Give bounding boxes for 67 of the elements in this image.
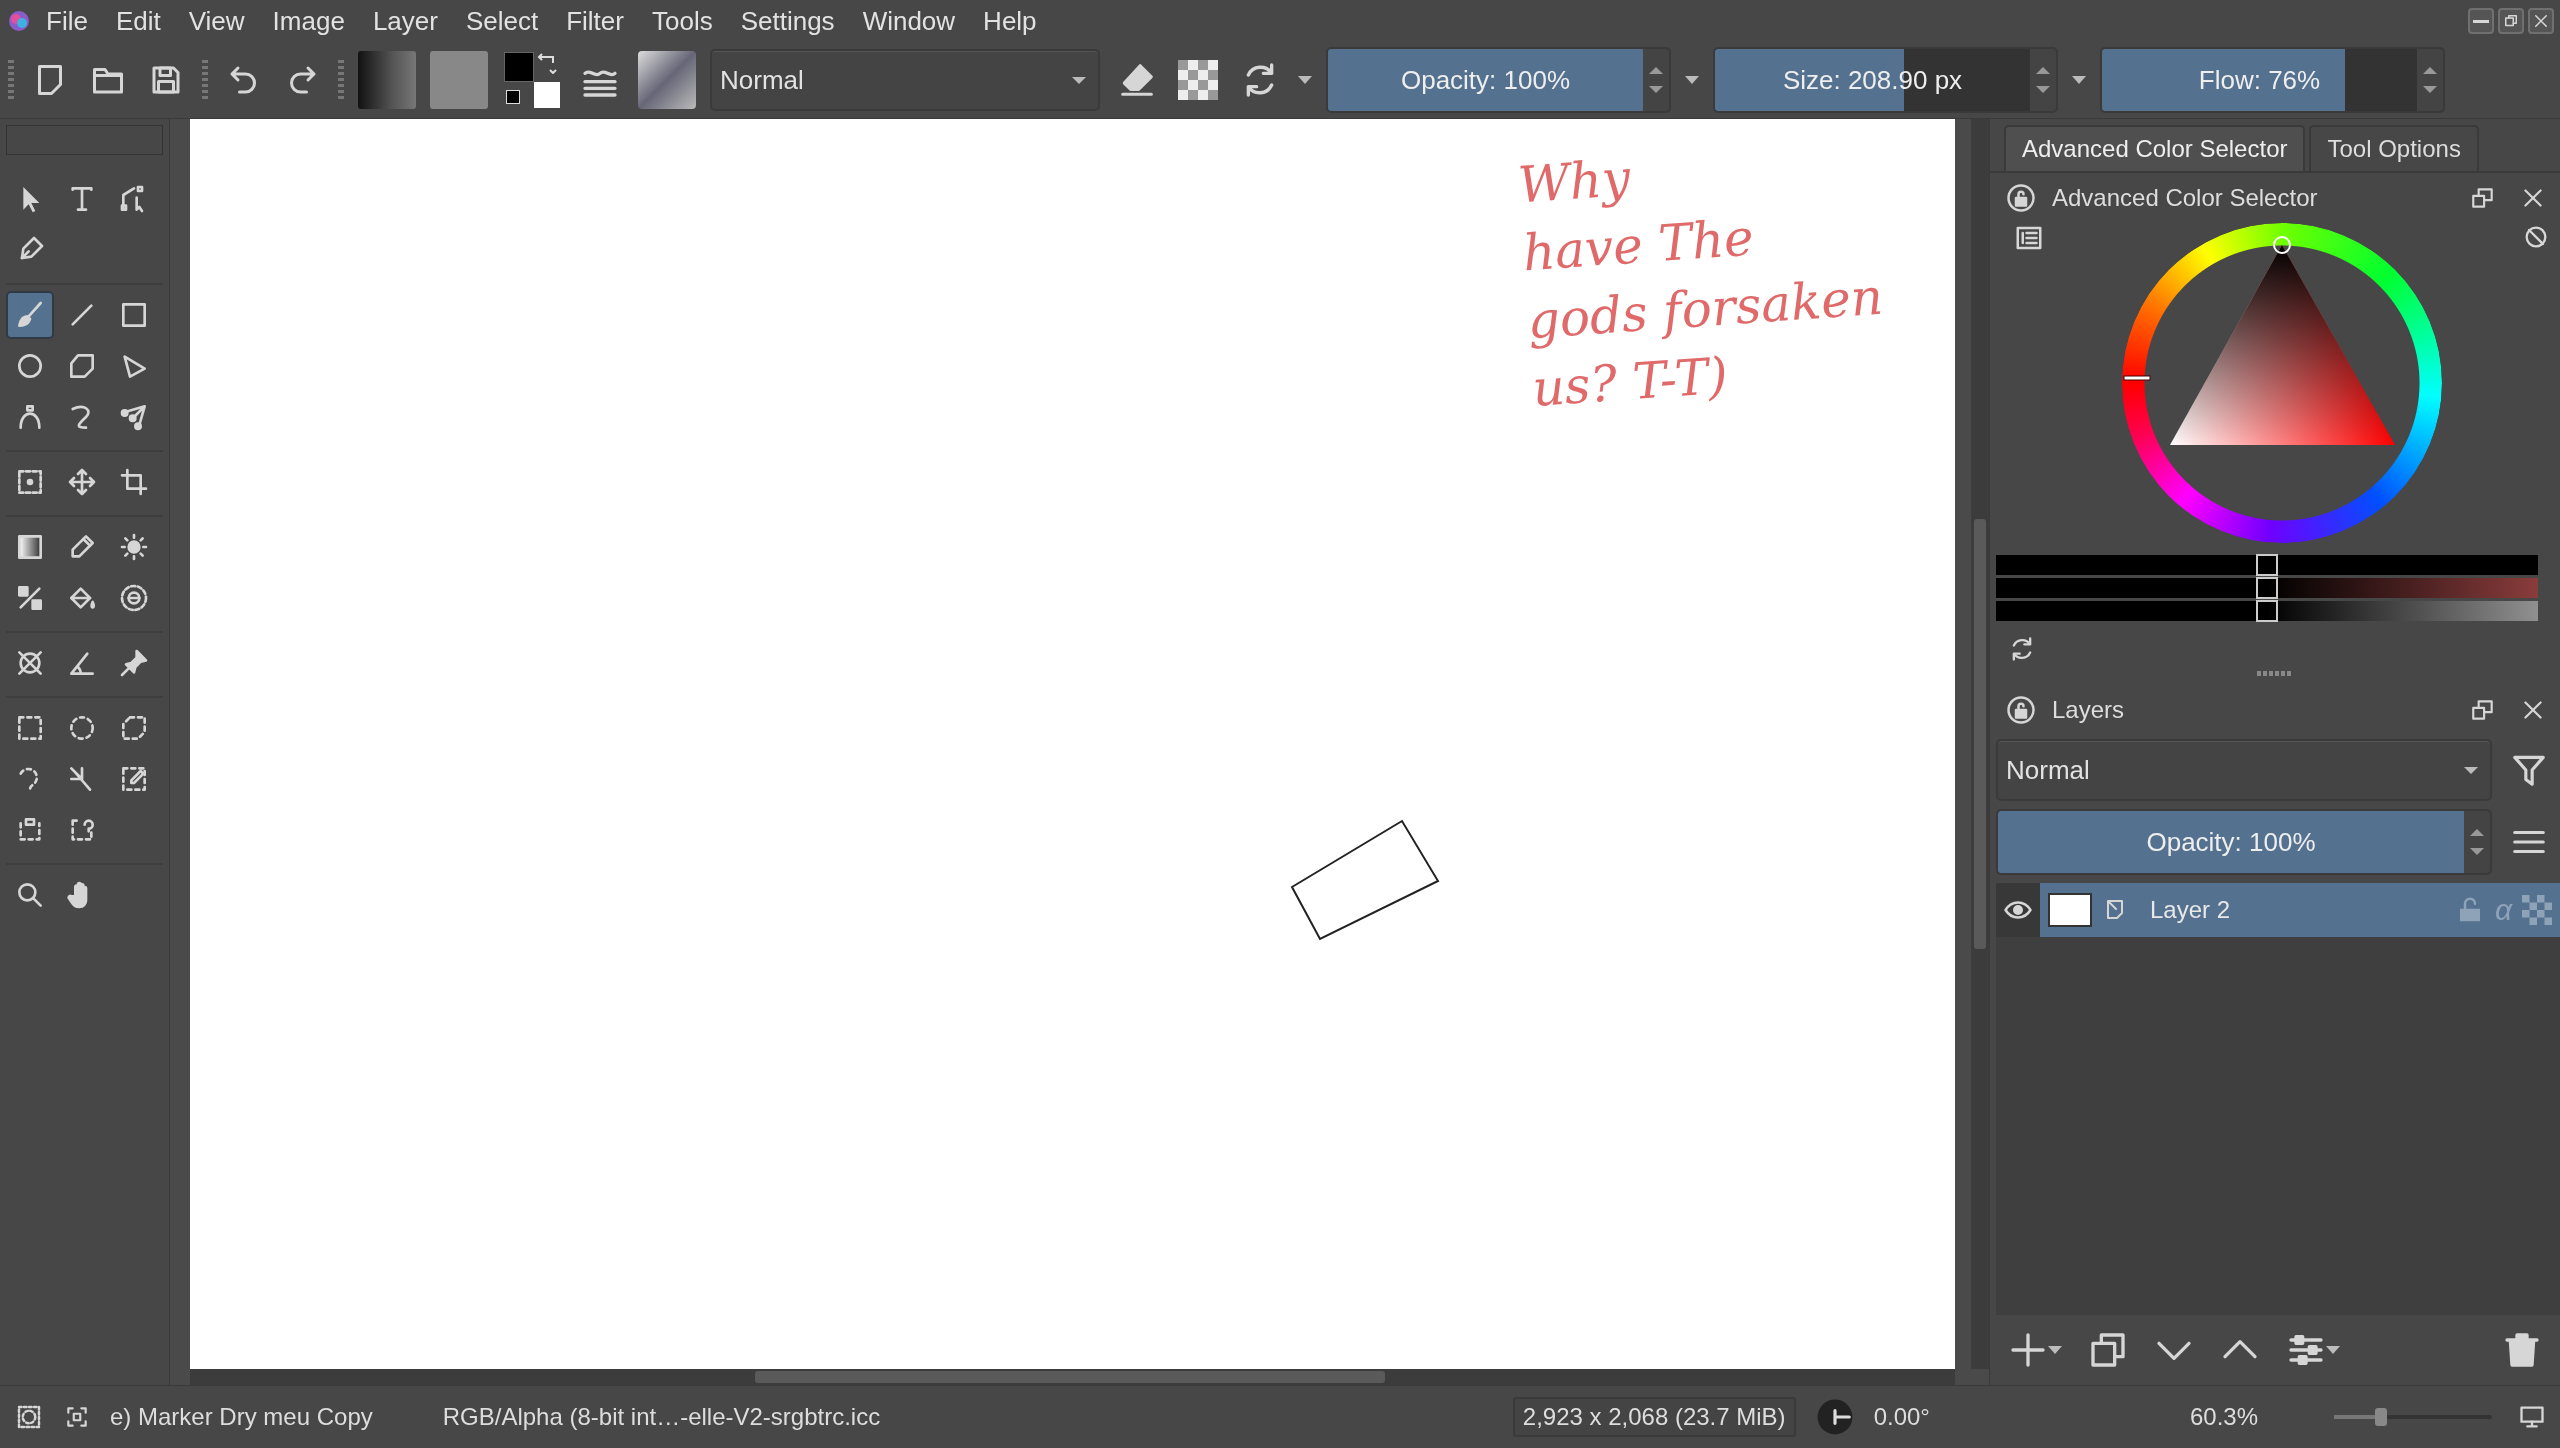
rotation-angle: 0.00°: [1873, 1403, 1930, 1431]
slider[interactable]: Opacity: 100%: [1326, 47, 1671, 113]
menu-item[interactable]: File: [34, 5, 100, 37]
eraser-icon: [1118, 61, 1156, 99]
caret-icon: [2048, 1346, 2062, 1354]
float-icon: [2470, 185, 2496, 211]
lock-icon: [2006, 695, 2036, 725]
layer-row[interactable]: Layer 2 α: [2040, 883, 2560, 937]
restore-button[interactable]: [2498, 8, 2524, 34]
color-slider[interactable]: [1996, 601, 2538, 621]
brush-preset-thumbnail[interactable]: [638, 51, 696, 109]
menu-item[interactable]: Select: [453, 5, 551, 37]
lock-icon: [2006, 183, 2036, 213]
blend-mode-dropdown[interactable]: Normal: [710, 49, 1100, 111]
caret-icon: [2326, 1346, 2340, 1354]
brush-name: e) Marker Dry meu Copy: [110, 1403, 373, 1431]
zoom-level: 60.3%: [2189, 1403, 2258, 1431]
close-icon: [2532, 12, 2550, 30]
image-size: 2,923 x 2,068 (23.7 MiB): [1512, 1397, 1796, 1437]
color-profile: RGB/Alpha (8-bit int…-elle-V2-srgbtrc.icc: [442, 1403, 881, 1431]
menu-item[interactable]: Help: [971, 5, 1049, 37]
slider[interactable]: Flow: 76%: [2100, 47, 2445, 113]
horizontal-scrollbar[interactable]: [190, 1369, 1955, 1385]
minimize-icon: [2473, 19, 2489, 23]
tool-button[interactable]: [6, 291, 54, 339]
pin-icon: [118, 647, 150, 679]
crop-icon: [118, 466, 150, 498]
docker-tab[interactable]: Tool Options: [2309, 125, 2479, 171]
docker-title: Layers: [2052, 696, 2126, 724]
duplicate-icon: [2088, 1330, 2128, 1370]
sparkle-icon: [118, 531, 150, 563]
caret-icon: [1685, 76, 1699, 84]
checkerboard-icon: [1178, 60, 1218, 100]
menu-item[interactable]: Window: [850, 5, 968, 37]
gradient-swatch[interactable]: [358, 51, 416, 109]
minimize-button[interactable]: [2468, 8, 2494, 34]
opacity-slider[interactable]: Opacity: 100%: [1996, 809, 2492, 875]
move-arrows-icon: [66, 466, 98, 498]
menu-item[interactable]: Edit: [103, 5, 173, 37]
visibility-toggle[interactable]: [1996, 883, 2040, 937]
fit-frame-icon: [64, 1404, 90, 1430]
color-swatches[interactable]: [502, 50, 562, 110]
handwritten-text: Why have The gods forsaken us? T-T): [1515, 147, 1886, 421]
menu-item[interactable]: Image: [260, 5, 357, 37]
dashed-circle-icon: [118, 582, 150, 614]
color-slider[interactable]: [1996, 578, 2538, 598]
vertical-scrollbar[interactable]: [1971, 119, 1989, 1369]
pattern-swatch[interactable]: [430, 51, 488, 109]
close-button[interactable]: [2528, 8, 2554, 34]
app-logo-icon: [8, 10, 30, 32]
layer-thumbnail: [2048, 893, 2092, 927]
menu-item[interactable]: Layer: [360, 5, 450, 37]
docker-title: Advanced Color Selector: [2052, 184, 2319, 212]
menu-item[interactable]: View: [176, 5, 257, 37]
caret-icon: [1298, 76, 1312, 84]
layer-name: Layer 2: [2149, 896, 2232, 924]
blend-mode-dropdown[interactable]: Normal: [1996, 739, 2492, 801]
menu-item[interactable]: Tools: [639, 5, 725, 37]
color-slider[interactable]: [1996, 555, 2538, 575]
docker-tab[interactable]: Advanced Color Selector: [2004, 125, 2306, 171]
caret-icon: [2072, 76, 2086, 84]
checkerboard-icon: [2522, 895, 2552, 925]
menu-item[interactable]: Settings: [728, 5, 847, 37]
swap-arrows-icon: [536, 50, 560, 74]
rotation-dial-icon: [1815, 1398, 1854, 1436]
float-icon: [2470, 697, 2496, 723]
menu-item[interactable]: Filter: [554, 5, 636, 37]
